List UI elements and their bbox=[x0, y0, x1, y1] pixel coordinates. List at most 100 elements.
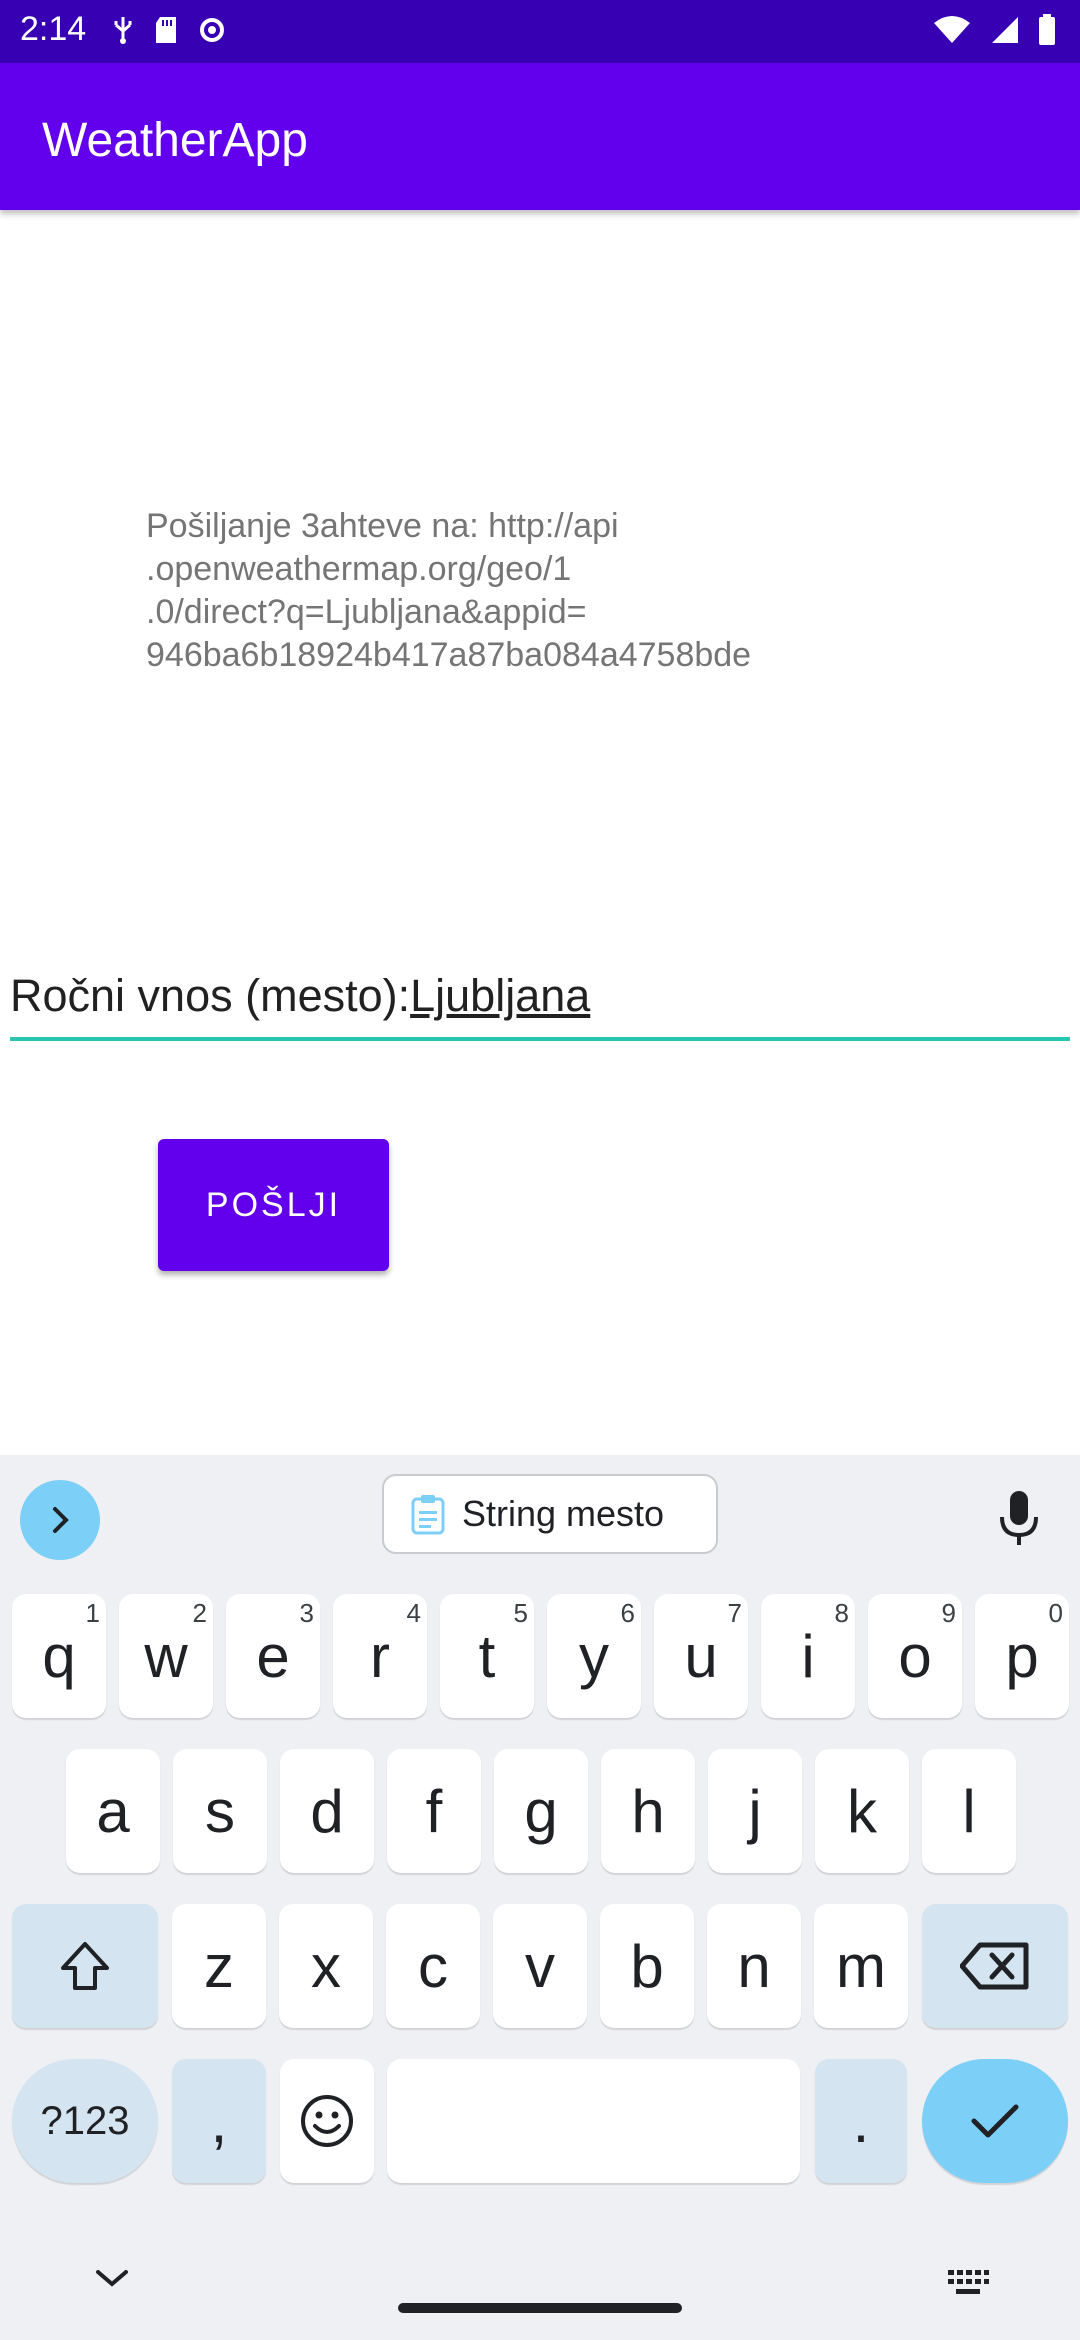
city-input-label: Ročni vnos (mesto):Ljubljana bbox=[10, 970, 590, 1022]
key-o[interactable]: o9 bbox=[868, 1594, 962, 1718]
key-hint: 4 bbox=[406, 1598, 421, 1628]
home-indicator[interactable] bbox=[398, 2303, 682, 2313]
comma-key[interactable]: , bbox=[172, 2059, 266, 2183]
chevron-down-icon bbox=[96, 2270, 128, 2287]
key-q[interactable]: q1 bbox=[12, 1594, 106, 1718]
sd-card-icon bbox=[156, 17, 176, 43]
battery-icon bbox=[1039, 14, 1055, 45]
keyboard-icon bbox=[948, 2270, 989, 2294]
key-x[interactable]: x bbox=[279, 1904, 373, 2028]
status-right-icons bbox=[932, 14, 1056, 46]
key-label: b bbox=[630, 1932, 664, 2000]
key-label: w bbox=[144, 1622, 188, 1690]
key-y[interactable]: y6 bbox=[547, 1594, 641, 1718]
key-d[interactable]: d bbox=[280, 1749, 374, 1873]
clipboard-suggestion-chip[interactable]: String mesto bbox=[382, 1474, 718, 1554]
key-p[interactable]: p0 bbox=[975, 1594, 1069, 1718]
clipboard-icon bbox=[411, 1495, 445, 1535]
key-hint: 3 bbox=[299, 1598, 314, 1628]
status-left-icons bbox=[110, 14, 228, 46]
soft-keyboard: String mesto bbox=[0, 1455, 1080, 2340]
app-bar: WeatherApp bbox=[0, 63, 1080, 210]
hide-keyboard-button[interactable] bbox=[94, 2266, 130, 2295]
key-i[interactable]: i8 bbox=[761, 1594, 855, 1718]
key-j[interactable]: j bbox=[708, 1749, 802, 1873]
emoji-icon bbox=[301, 2095, 353, 2147]
key-label: g bbox=[524, 1777, 558, 1845]
key-label: k bbox=[847, 1777, 877, 1845]
key-label: f bbox=[425, 1777, 443, 1845]
key-n[interactable]: n bbox=[707, 1904, 801, 2028]
suggestion-text: String mesto bbox=[462, 1493, 665, 1534]
key-g[interactable]: g bbox=[494, 1749, 588, 1873]
city-input-value[interactable]: Ljubljana bbox=[410, 970, 590, 1021]
key-label: j bbox=[748, 1777, 762, 1845]
key-label: v bbox=[525, 1932, 555, 2000]
key-r[interactable]: r4 bbox=[333, 1594, 427, 1718]
keyboard-switch-button[interactable] bbox=[946, 2268, 990, 2303]
key-hint: 8 bbox=[834, 1598, 849, 1628]
key-w[interactable]: w2 bbox=[119, 1594, 213, 1718]
emoji-key[interactable] bbox=[280, 2059, 374, 2183]
app-title: WeatherApp bbox=[42, 114, 308, 167]
keyboard-expand-button[interactable] bbox=[20, 1480, 100, 1560]
key-hint: 1 bbox=[85, 1598, 100, 1628]
key-b[interactable]: b bbox=[600, 1904, 694, 2028]
key-label: x bbox=[311, 1932, 341, 2000]
voice-input-button[interactable] bbox=[994, 1489, 1044, 1554]
key-label: a bbox=[96, 1777, 130, 1845]
symbols-key[interactable]: ?123 bbox=[12, 2059, 158, 2183]
key-f[interactable]: f bbox=[387, 1749, 481, 1873]
enter-key[interactable] bbox=[922, 2059, 1068, 2183]
key-m[interactable]: m bbox=[814, 1904, 908, 2028]
key-label: n bbox=[737, 1932, 771, 2000]
key-t[interactable]: t5 bbox=[440, 1594, 534, 1718]
key-u[interactable]: u7 bbox=[654, 1594, 748, 1718]
backspace-key[interactable] bbox=[922, 1904, 1068, 2028]
request-url-text: Pošiljanje 3ahteve na: http://api .openw… bbox=[146, 507, 752, 674]
chevron-right-icon bbox=[53, 1507, 69, 1533]
send-button[interactable]: POŠLJI bbox=[158, 1139, 389, 1271]
key-k[interactable]: k bbox=[815, 1749, 909, 1873]
settings-icon bbox=[200, 18, 224, 42]
key-label: l bbox=[962, 1777, 976, 1845]
key-label: u bbox=[684, 1622, 718, 1690]
key-hint: 5 bbox=[513, 1598, 528, 1628]
key-h[interactable]: h bbox=[601, 1749, 695, 1873]
shift-icon bbox=[61, 1942, 109, 1990]
key-s[interactable]: s bbox=[173, 1749, 267, 1873]
wifi-icon bbox=[934, 16, 970, 43]
shift-key[interactable] bbox=[12, 1904, 158, 2028]
key-label: m bbox=[836, 1932, 886, 2000]
key-label: p bbox=[1005, 1622, 1039, 1690]
key-hint: 6 bbox=[620, 1598, 635, 1628]
city-input-field[interactable]: Ročni vnos (mesto):Ljubljana bbox=[10, 965, 1070, 1041]
key-hint: 2 bbox=[192, 1598, 207, 1628]
key-z[interactable]: z bbox=[172, 1904, 266, 2028]
key-label: o bbox=[898, 1622, 932, 1690]
usb-debug-icon bbox=[114, 17, 132, 44]
key-a[interactable]: a bbox=[66, 1749, 160, 1873]
key-label: t bbox=[478, 1622, 496, 1690]
key-label: e bbox=[256, 1622, 290, 1690]
status-time: 2:14 bbox=[20, 10, 87, 48]
key-label: y bbox=[579, 1622, 609, 1690]
key-hint: 7 bbox=[727, 1598, 742, 1628]
key-label: z bbox=[204, 1932, 234, 2000]
key-label: r bbox=[370, 1622, 390, 1690]
microphone-icon bbox=[1000, 1491, 1038, 1545]
checkmark-icon bbox=[971, 2104, 1019, 2138]
backspace-icon bbox=[960, 1942, 1029, 1990]
key-e[interactable]: e3 bbox=[226, 1594, 320, 1718]
period-key[interactable]: . bbox=[815, 2059, 907, 2183]
key-label: h bbox=[631, 1777, 665, 1845]
key-l[interactable]: l bbox=[922, 1749, 1016, 1873]
key-label: c bbox=[418, 1932, 448, 2000]
key-label: i bbox=[801, 1622, 815, 1690]
key-hint: 9 bbox=[941, 1598, 956, 1628]
key-label: d bbox=[310, 1777, 344, 1845]
signal-icon bbox=[992, 17, 1018, 43]
key-c[interactable]: c bbox=[386, 1904, 480, 2028]
key-v[interactable]: v bbox=[493, 1904, 587, 2028]
space-key[interactable] bbox=[387, 2059, 800, 2183]
